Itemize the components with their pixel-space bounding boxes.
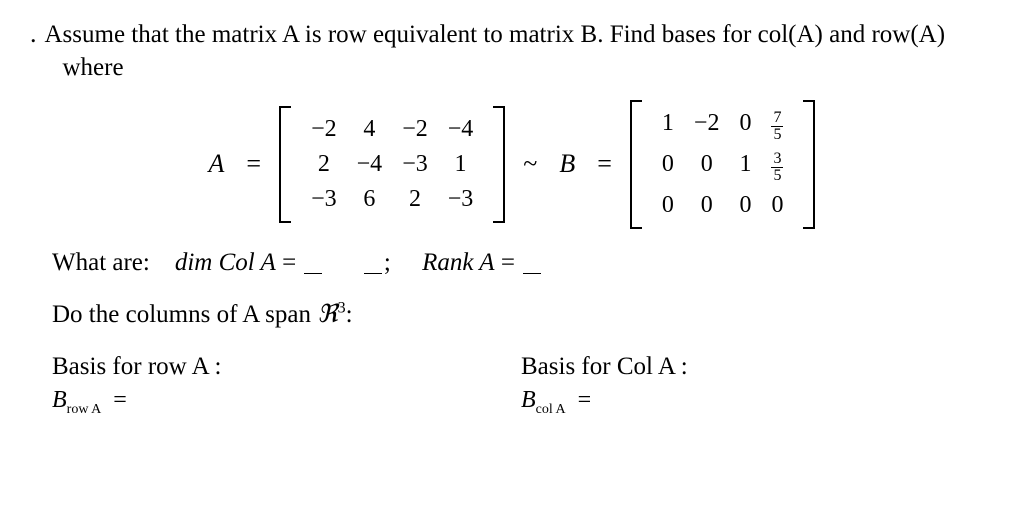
A-equals: = [246, 149, 261, 179]
matrix-cell: −2 [402, 116, 428, 143]
left-bracket-icon [630, 100, 648, 229]
eq-sign: = [282, 249, 296, 276]
exponent-3: 3 [338, 299, 346, 316]
B-symbol: B [521, 387, 536, 413]
matrix-cell: 2 [311, 151, 337, 178]
matrix-cell: −3 [448, 186, 474, 213]
basis-col-notation: Bcol A = [521, 387, 990, 418]
dim-rank-question: What are: dim Col A = ; Rank A = [52, 249, 990, 277]
matrix-A-label: A [209, 149, 225, 179]
matrix-A: −2 4 −2 −4 2 −4 −3 1 −3 62 −3 [279, 106, 505, 223]
blank-fill [364, 273, 382, 274]
basis-row-col: Basis for row A : Brow A = [52, 353, 521, 418]
matrix-cell: 1 [739, 151, 751, 184]
matrix-cell: 0 [662, 192, 674, 219]
matrix-cell: −2 [694, 110, 720, 143]
left-bracket-icon [279, 106, 297, 223]
matrix-cell: 1 [448, 151, 474, 178]
matrix-cell: 0 [739, 110, 751, 143]
fraction: 35 [771, 151, 783, 184]
what-are-label: What are: [52, 249, 150, 276]
B-symbol: B [52, 387, 67, 413]
matrix-cell: 4 [357, 116, 383, 143]
matrix-cell: 0 [694, 192, 720, 219]
matrix-cell: 2 [402, 186, 428, 213]
fraction: 75 [771, 110, 783, 143]
questions-section: What are: dim Col A = ; Rank A = Do the … [52, 249, 990, 329]
problem-statement: Assume that the matrix A is row equivale… [45, 18, 946, 52]
where-text: where [63, 54, 946, 82]
eq-sign: = [578, 387, 592, 413]
basis-col-col: Basis for Col A : Bcol A = [521, 353, 990, 418]
basis-section: Basis for row A : Brow A = Basis for Col… [52, 353, 990, 418]
basis-row-notation: Brow A = [52, 387, 521, 418]
dim-col-label: dim Col A [175, 249, 276, 276]
span-text: Do the columns of A span [52, 301, 317, 328]
matrix-cell: 0 [771, 192, 783, 219]
rank-label: Rank A [422, 249, 494, 276]
matrix-cell: 0 [662, 151, 674, 184]
matrix-cell: −4 [357, 151, 383, 178]
matrix-B-label: B [559, 149, 575, 179]
basis-row-title: Basis for row A : [52, 353, 521, 381]
matrix-cell: −2 [311, 116, 337, 143]
matrix-cell: 0 [694, 151, 720, 184]
basis-col-title: Basis for Col A : [521, 353, 990, 381]
matrices-row: A = −24−2−42−4−31−362−3 ~ B = 1−20750013… [30, 100, 990, 229]
matrix-cell: 6 [357, 186, 383, 213]
span-question: Do the columns of A span ℜ3: [52, 299, 990, 329]
matrix-cell: 35 [771, 151, 783, 184]
matrix-cell: −4 [448, 116, 474, 143]
eq-sign: = [113, 387, 127, 413]
row-A-subscript: row A [67, 402, 102, 417]
B-equals: = [597, 149, 612, 179]
matrix-A-grid: −2 4 −2 −4 2 −4 −3 1 −3 62 −3 [297, 106, 487, 223]
problem-number: . [30, 18, 37, 49]
matrix-cell: 1 [662, 110, 674, 143]
blank-fill [523, 273, 541, 274]
matrix-cell: 75 [771, 110, 783, 143]
right-bracket-icon [487, 106, 505, 223]
matrix-B: 1−2075001350000 [630, 100, 816, 229]
tilde-symbol: ~ [523, 149, 537, 179]
col-A-subscript: col A [536, 402, 566, 417]
colon: : [346, 301, 353, 328]
real-symbol: ℜ [317, 301, 337, 328]
matrix-cell: −3 [311, 186, 337, 213]
right-bracket-icon [797, 100, 815, 229]
problem-intro: . Assume that the matrix A is row equiva… [30, 18, 990, 82]
blank-fill [304, 273, 322, 274]
eq-sign: = [501, 249, 515, 276]
matrix-B-grid: 1−2075001350000 [648, 100, 798, 229]
matrix-cell: 0 [739, 192, 751, 219]
matrix-cell: −3 [402, 151, 428, 178]
semicolon: ; [384, 249, 391, 276]
